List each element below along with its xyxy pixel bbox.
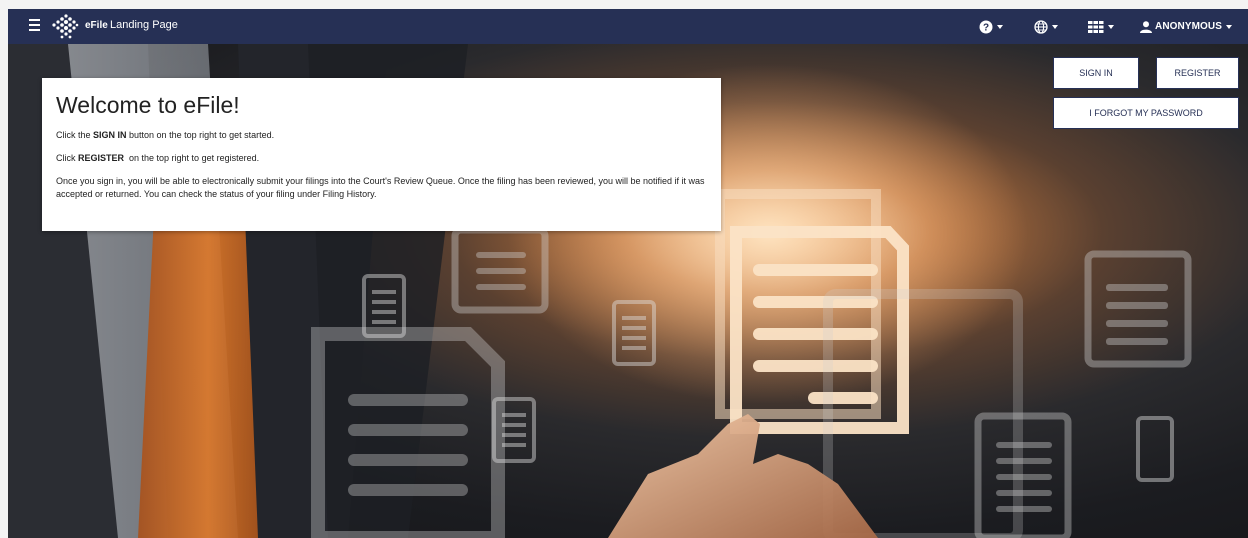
efile-logo[interactable] (51, 14, 79, 40)
top-navbar: eFile Landing Page ? ANONYMOUS (8, 9, 1248, 44)
instruction-keyword: REGISTER (78, 153, 125, 163)
user-name: ANONYMOUS (1155, 21, 1223, 32)
instruction-text: button on the top right to get started. (126, 130, 275, 140)
brand-name[interactable]: eFile (85, 20, 108, 31)
welcome-card: Welcome to eFile! Click the SIGN IN butt… (42, 78, 721, 231)
chevron-down-icon (997, 24, 1003, 29)
menu-icon[interactable] (29, 19, 40, 33)
filing-info-text: Once you sign in, you will be able to el… (56, 176, 705, 199)
help-dropdown[interactable]: ? (979, 18, 1003, 35)
instruction-text: on the top right to get registered. (124, 153, 260, 163)
instruction-keyword: SIGN IN (93, 130, 127, 140)
apps-grid-icon (1088, 20, 1104, 33)
help-icon: ? (979, 20, 993, 33)
language-dropdown[interactable] (1034, 18, 1058, 35)
register-instruction: Click REGISTER on the top right to get r… (56, 152, 707, 165)
instruction-text: Click the (56, 130, 94, 140)
user-icon (1140, 20, 1152, 33)
apps-dropdown[interactable] (1088, 18, 1114, 35)
svg-text:?: ? (983, 22, 989, 33)
page-title: Landing Page (110, 19, 178, 31)
welcome-title: Welcome to eFile! (56, 92, 240, 118)
globe-icon (1034, 19, 1048, 34)
sign-in-instruction: Click the SIGN IN button on the top righ… (56, 129, 707, 142)
chevron-down-icon (1226, 24, 1233, 29)
sign-in-button[interactable]: SIGN IN (1053, 57, 1139, 89)
register-button[interactable]: REGISTER (1156, 57, 1239, 89)
forgot-password-button[interactable]: I FORGOT MY PASSWORD (1053, 97, 1239, 129)
chevron-down-icon (1052, 24, 1058, 29)
instruction-text: Click (56, 153, 78, 163)
window-frame-left (0, 0, 8, 538)
user-menu[interactable]: ANONYMOUS (1140, 18, 1233, 35)
window-frame-top (0, 0, 1248, 9)
chevron-down-icon (1108, 24, 1114, 29)
